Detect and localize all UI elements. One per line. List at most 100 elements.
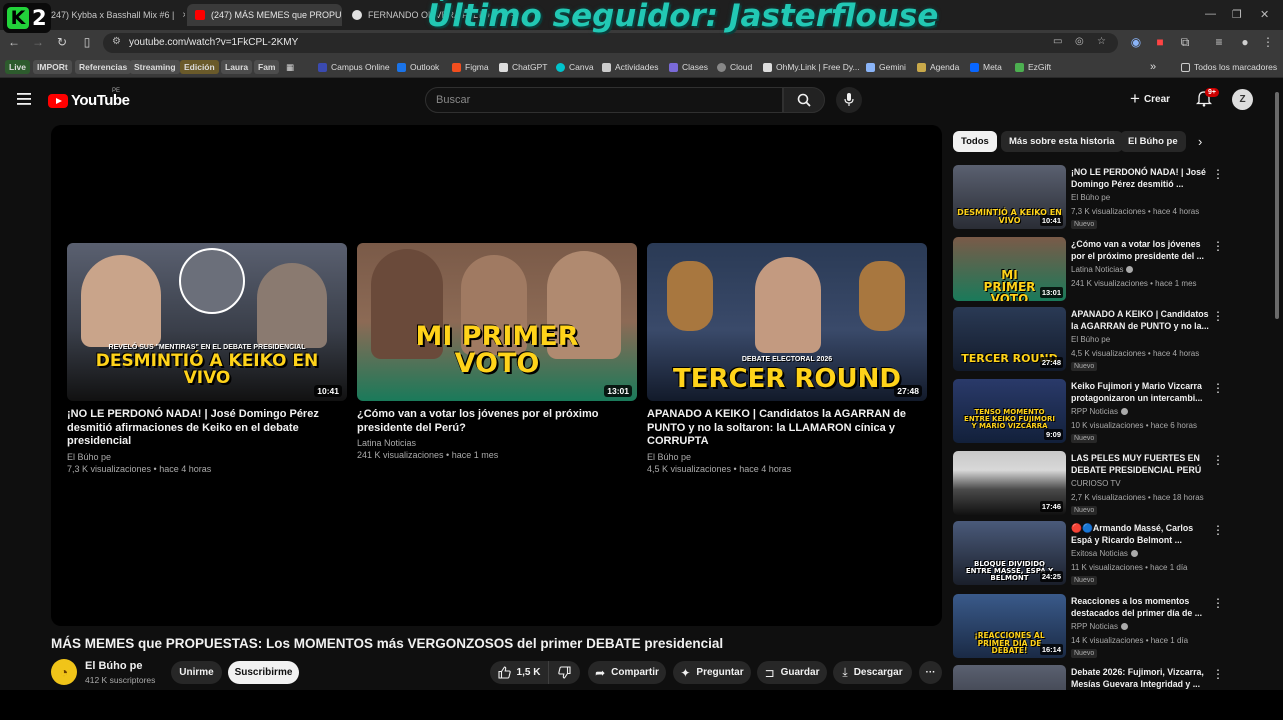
- chip-el-buho-pe[interactable]: El Búho pe: [1120, 131, 1186, 152]
- search-button[interactable]: [783, 87, 825, 113]
- bookmark-outlook[interactable]: Outlook: [397, 60, 439, 74]
- extension-new-icon[interactable]: ■: [1152, 35, 1168, 49]
- youtube-logo[interactable]: YouTube PE: [48, 88, 130, 109]
- bookmark-campus-online[interactable]: Campus Online: [318, 60, 390, 74]
- recommended-video[interactable]: ¡REACCIONES AL PRIMER DÍA DE DEBATE! 16:…: [953, 594, 1253, 660]
- join-button[interactable]: Unirme: [171, 661, 222, 684]
- account-avatar[interactable]: Z: [1232, 89, 1253, 110]
- download-button[interactable]: ⤓ Descargar: [833, 661, 912, 684]
- bookmark-gemini[interactable]: Gemini: [866, 60, 906, 74]
- extensions-puzzle-icon[interactable]: ⧉: [1177, 35, 1193, 50]
- bookmark-chip-edicion[interactable]: Edición: [180, 60, 219, 74]
- recommended-title[interactable]: LAS PELES MUY FUERTES EN DEBATE PRESIDEN…: [1071, 452, 1209, 476]
- chip-todos[interactable]: Todos: [953, 131, 997, 152]
- bookmarks-overflow-button[interactable]: »: [1150, 60, 1156, 74]
- recommended-channel[interactable]: El Búho pe: [1071, 335, 1110, 344]
- channel-name[interactable]: El Búho pe: [85, 660, 142, 672]
- end-card-title[interactable]: ¡NO LE PERDONÓ NADA! | José Domingo Pére…: [67, 408, 347, 449]
- recommended-title[interactable]: 🔴🔵Armando Massé, Carlos Espá y Ricardo B…: [1071, 522, 1209, 546]
- recommended-video[interactable]: DESMINTIÓ A KEIKO EN VIVO 10:41 ¡NO LE P…: [953, 165, 1253, 231]
- all-bookmarks-folder[interactable]: Todos los marcadores: [1181, 60, 1277, 74]
- recommended-title[interactable]: Debate 2026: Fujimori, Vizcarra, Mesías …: [1071, 666, 1209, 690]
- recommended-channel[interactable]: Latina Noticias: [1071, 265, 1134, 274]
- tab-youtube-active[interactable]: (247) MÁS MEMES que PROPU ×: [187, 4, 342, 26]
- bookmark-chip-streaming[interactable]: Streaming: [130, 60, 180, 74]
- recommended-video[interactable]: TENSO MOMENTO ENTRE KEIKO FUJIMORI Y MAR…: [953, 379, 1253, 445]
- voice-search-button[interactable]: [836, 87, 862, 113]
- save-button[interactable]: ⊐ Guardar: [757, 661, 827, 684]
- bookmark-ohmylink[interactable]: OhMy.Link | Free Dy...: [763, 60, 860, 74]
- end-card-title[interactable]: ¿Cómo van a votar los jóvenes por el pró…: [357, 408, 637, 435]
- more-vert-icon[interactable]: ⋮: [1212, 239, 1224, 253]
- chrome-menu-icon[interactable]: ⋮: [1260, 35, 1276, 49]
- channel-avatar[interactable]: ◔: [51, 659, 77, 685]
- profile-icon[interactable]: ●: [1237, 35, 1253, 49]
- bookmark-agenda[interactable]: Agenda: [917, 60, 959, 74]
- forward-icon[interactable]: →: [30, 35, 46, 49]
- search-input[interactable]: [426, 88, 782, 112]
- recommended-title[interactable]: ¿Cómo van a votar los jóvenes por el pró…: [1071, 238, 1209, 262]
- minimize-icon[interactable]: —: [1205, 8, 1216, 20]
- close-window-icon[interactable]: ✕: [1260, 8, 1269, 21]
- recommended-video[interactable]: TERCER ROUND 27:48 APANADO A KEIKO | Can…: [953, 307, 1253, 373]
- end-screen-card[interactable]: REVELÓ SUS "MENTIRAS" EN EL DEBATE PRESI…: [67, 243, 347, 474]
- end-card-channel[interactable]: El Búho pe: [647, 452, 927, 462]
- recommended-title[interactable]: Reacciones a los momentos destacados del…: [1071, 595, 1209, 619]
- bookmark-chip-import[interactable]: IMPORt: [33, 60, 72, 74]
- recommended-title[interactable]: Keiko Fujimori y Mario Vizcarra protagon…: [1071, 380, 1209, 404]
- bookmark-ezgift[interactable]: EzGift: [1015, 60, 1051, 74]
- recommended-channel[interactable]: El Búho pe: [1071, 193, 1110, 202]
- bookmark-meta[interactable]: Meta: [970, 60, 1002, 74]
- bookmark-canva[interactable]: Canva: [556, 60, 594, 74]
- recommended-video[interactable]: BLOQUE DIVIDIDO ENTRE MASSÉ, ESPÁ Y BELM…: [953, 521, 1253, 587]
- bookmark-chip-referencias[interactable]: Referencias: [75, 60, 132, 74]
- recommended-channel[interactable]: Exitosa Noticias: [1071, 549, 1138, 558]
- more-vert-icon[interactable]: ⋮: [1212, 523, 1224, 537]
- side-panel-icon[interactable]: ▯: [79, 35, 95, 49]
- end-card-channel[interactable]: El Búho pe: [67, 452, 347, 462]
- more-vert-icon[interactable]: ⋮: [1212, 381, 1224, 395]
- eye-off-icon[interactable]: ◎: [1075, 36, 1084, 47]
- dislike-button[interactable]: [548, 661, 580, 684]
- recommended-video[interactable]: Debate 2026: Fujimori, Vizcarra, Mesías …: [953, 665, 1253, 690]
- more-vert-icon[interactable]: ⋮: [1212, 596, 1224, 610]
- bookmark-chatgpt[interactable]: ChatGPT: [499, 60, 547, 74]
- recommended-video[interactable]: MI PRIMER VOTO 13:01 ¿Cómo van a votar l…: [953, 237, 1253, 303]
- subscribe-button[interactable]: Suscribirme: [228, 661, 299, 684]
- more-vert-icon[interactable]: ⋮: [1212, 309, 1224, 323]
- maximize-icon[interactable]: ❐: [1232, 8, 1242, 21]
- bookmark-chip-fam[interactable]: Fam: [254, 60, 280, 74]
- recommended-channel[interactable]: RPP Noticias: [1071, 407, 1128, 416]
- end-card-channel[interactable]: Latina Noticias: [357, 438, 637, 448]
- media-control-icon[interactable]: ≡: [1211, 35, 1227, 49]
- back-icon[interactable]: ←: [6, 35, 22, 49]
- bookmark-cloud[interactable]: Cloud: [717, 60, 752, 74]
- end-card-title[interactable]: APANADO A KEIKO | Candidatos la AGARRAN …: [647, 408, 927, 449]
- page-scrollbar[interactable]: [1275, 92, 1279, 319]
- recommended-channel[interactable]: CURIOSO TV: [1071, 479, 1121, 488]
- like-button[interactable]: 1,5 K: [490, 661, 548, 684]
- more-vert-icon[interactable]: ⋮: [1212, 453, 1224, 467]
- more-actions-button[interactable]: ···: [919, 661, 942, 684]
- bookmark-actividades[interactable]: Actividades: [602, 60, 658, 74]
- recommended-title[interactable]: APANADO A KEIKO | Candidatos la AGARRAN …: [1071, 308, 1209, 332]
- close-tab-icon[interactable]: ×: [174, 10, 185, 21]
- ask-button[interactable]: ✦ Preguntar: [673, 661, 751, 684]
- bookmark-clases[interactable]: Clases: [669, 60, 708, 74]
- more-vert-icon[interactable]: ⋮: [1212, 667, 1224, 681]
- more-vert-icon[interactable]: ⋮: [1212, 167, 1224, 181]
- site-info-icon[interactable]: ⚙: [112, 36, 121, 47]
- menu-icon[interactable]: [17, 93, 31, 105]
- bookmark-figma[interactable]: Figma: [452, 60, 489, 74]
- chip-mas-sobre-esta-historia[interactable]: Más sobre esta historia: [1001, 131, 1123, 152]
- share-button[interactable]: ➦ Compartir: [588, 661, 666, 684]
- video-player[interactable]: REVELÓ SUS "MENTIRAS" EN EL DEBATE PRESI…: [51, 125, 942, 626]
- bookmark-chip-laura[interactable]: Laura: [221, 60, 253, 74]
- apps-grid-icon[interactable]: ▦: [286, 60, 294, 74]
- recommended-channel[interactable]: RPP Noticias: [1071, 622, 1128, 631]
- chevron-right-icon[interactable]: ›: [1198, 134, 1202, 149]
- reload-icon[interactable]: ↻: [54, 35, 70, 49]
- address-bar[interactable]: ⚙ youtube.com/watch?v=1FkCPL-2KMY ▭ ◎ ☆: [103, 33, 1118, 53]
- end-screen-card[interactable]: MI PRIMER VOTO 13:01 ¿Cómo van a votar l…: [357, 243, 637, 460]
- cast-icon[interactable]: ▭: [1053, 36, 1062, 47]
